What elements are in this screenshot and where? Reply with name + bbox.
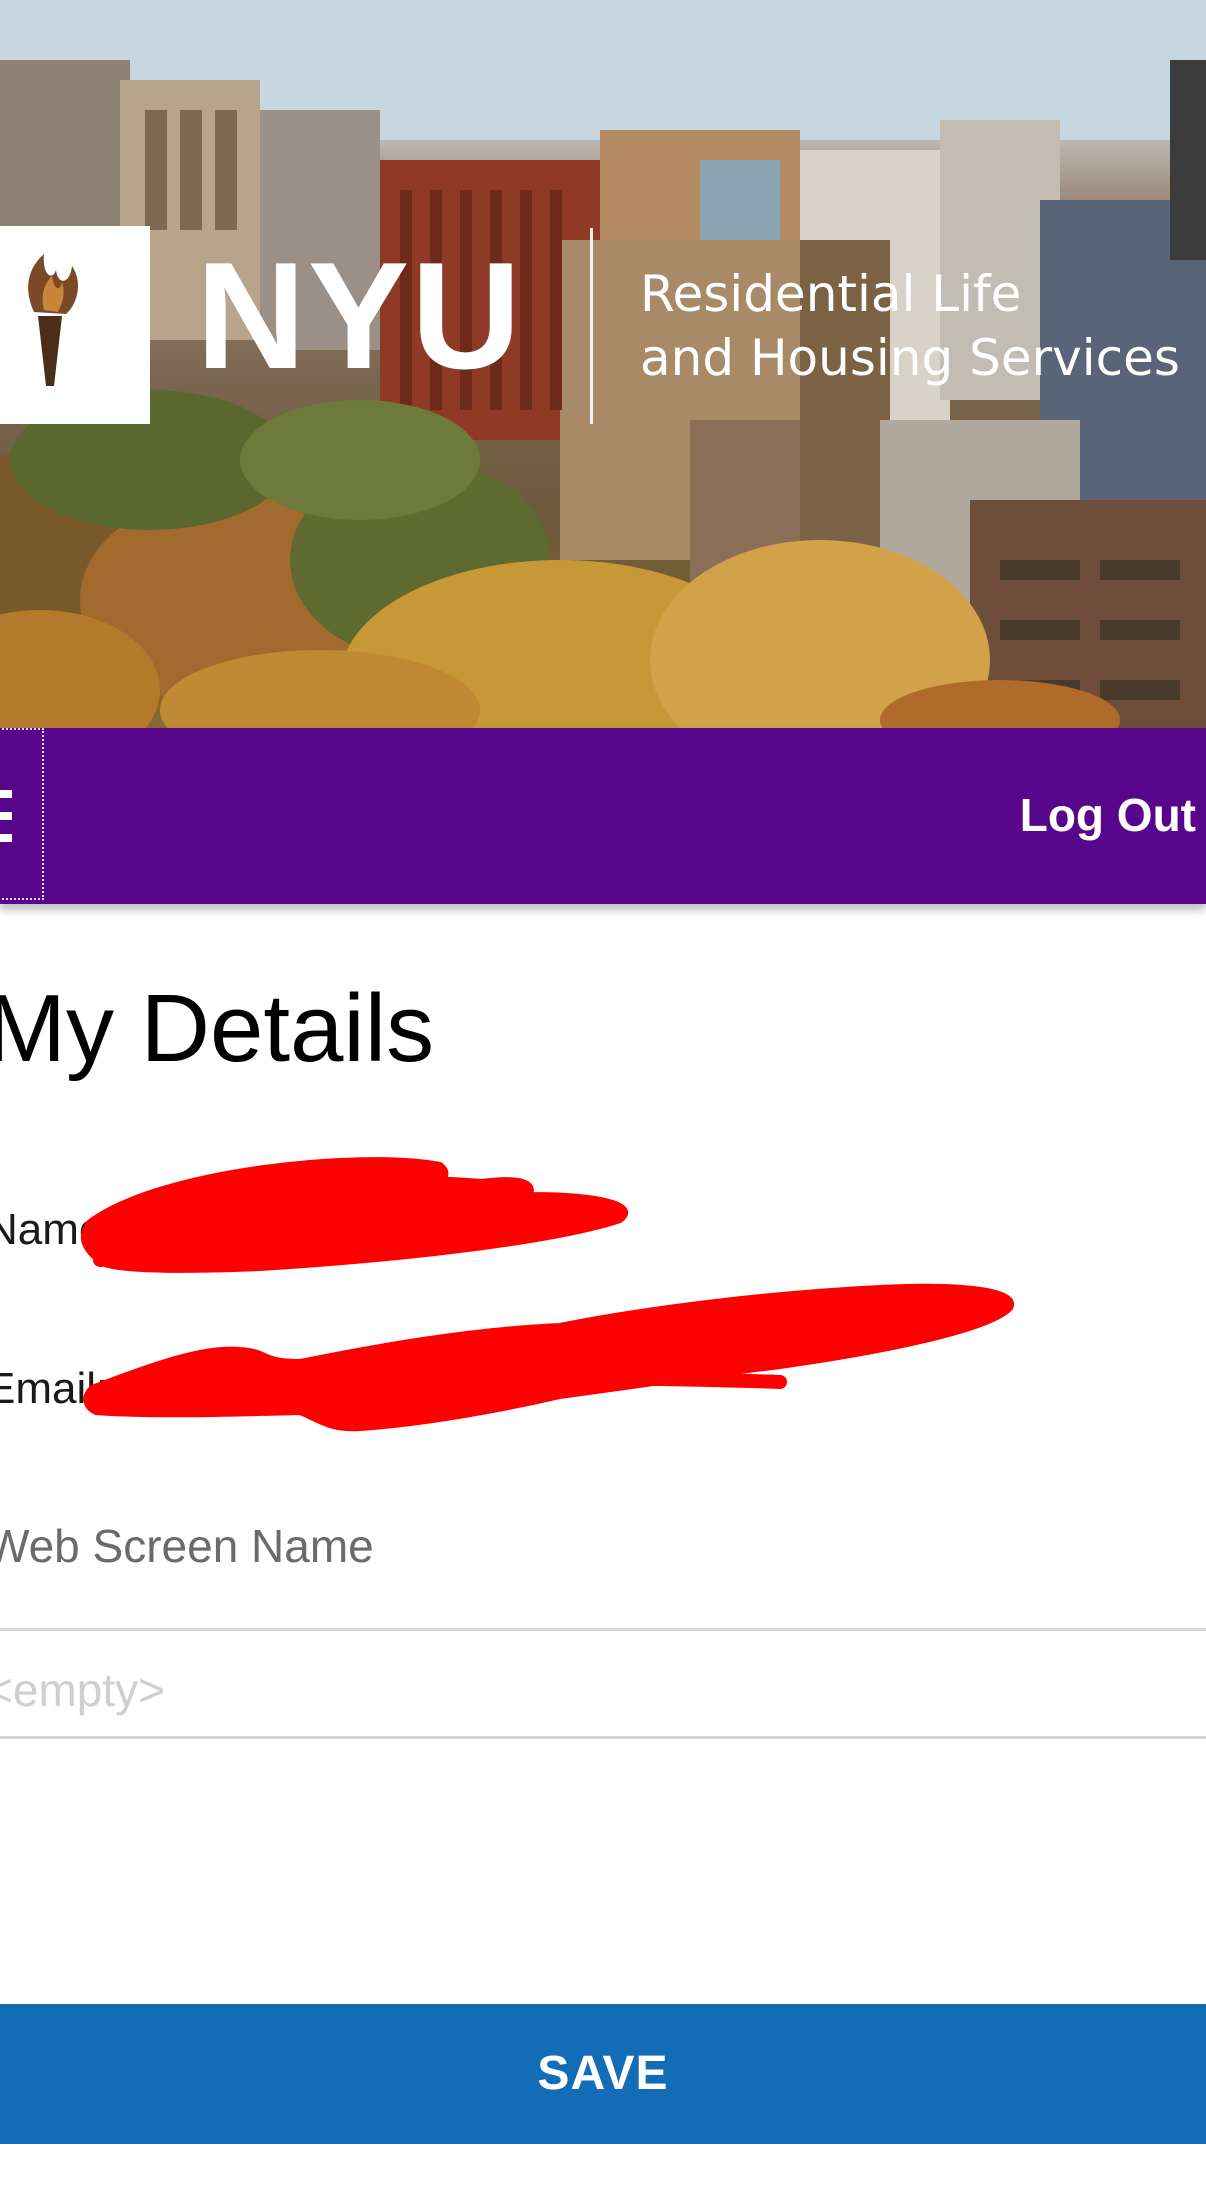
name-label: Name: [0,1205,116,1254]
page: NYU Residential Life and Housing Service… [0,0,1206,2208]
name-row: Name: [0,1203,122,1257]
input-divider-bottom [0,1736,1206,1739]
input-divider-top [0,1628,1206,1631]
hamburger-menu-button[interactable] [0,728,44,900]
nyu-torch-logo [0,226,150,424]
header-banner: NYU Residential Life and Housing Service… [0,0,1206,728]
hamburger-icon-bar [0,812,12,820]
torch-icon [28,254,79,386]
hamburger-icon-bar [0,834,12,842]
web-screen-name-label: Web Screen Name [0,1520,374,1572]
hamburger-icon [0,790,12,798]
email-row: Email: [0,1362,114,1416]
page-title: My Details [0,975,435,1082]
nav-bar: Log Out [0,728,1206,904]
department-name-line1: Residential Life [640,265,1022,323]
web-screen-name-input[interactable] [0,1642,1206,1738]
department-name: Residential Life and Housing Services [640,262,1180,390]
email-label: Email: [0,1364,109,1413]
logout-button[interactable]: Log Out [1020,786,1196,844]
nyu-wordmark: NYU [196,231,523,401]
department-name-line2: and Housing Services [640,329,1180,387]
save-button[interactable]: SAVE [0,2004,1206,2144]
logo-divider [590,228,593,424]
